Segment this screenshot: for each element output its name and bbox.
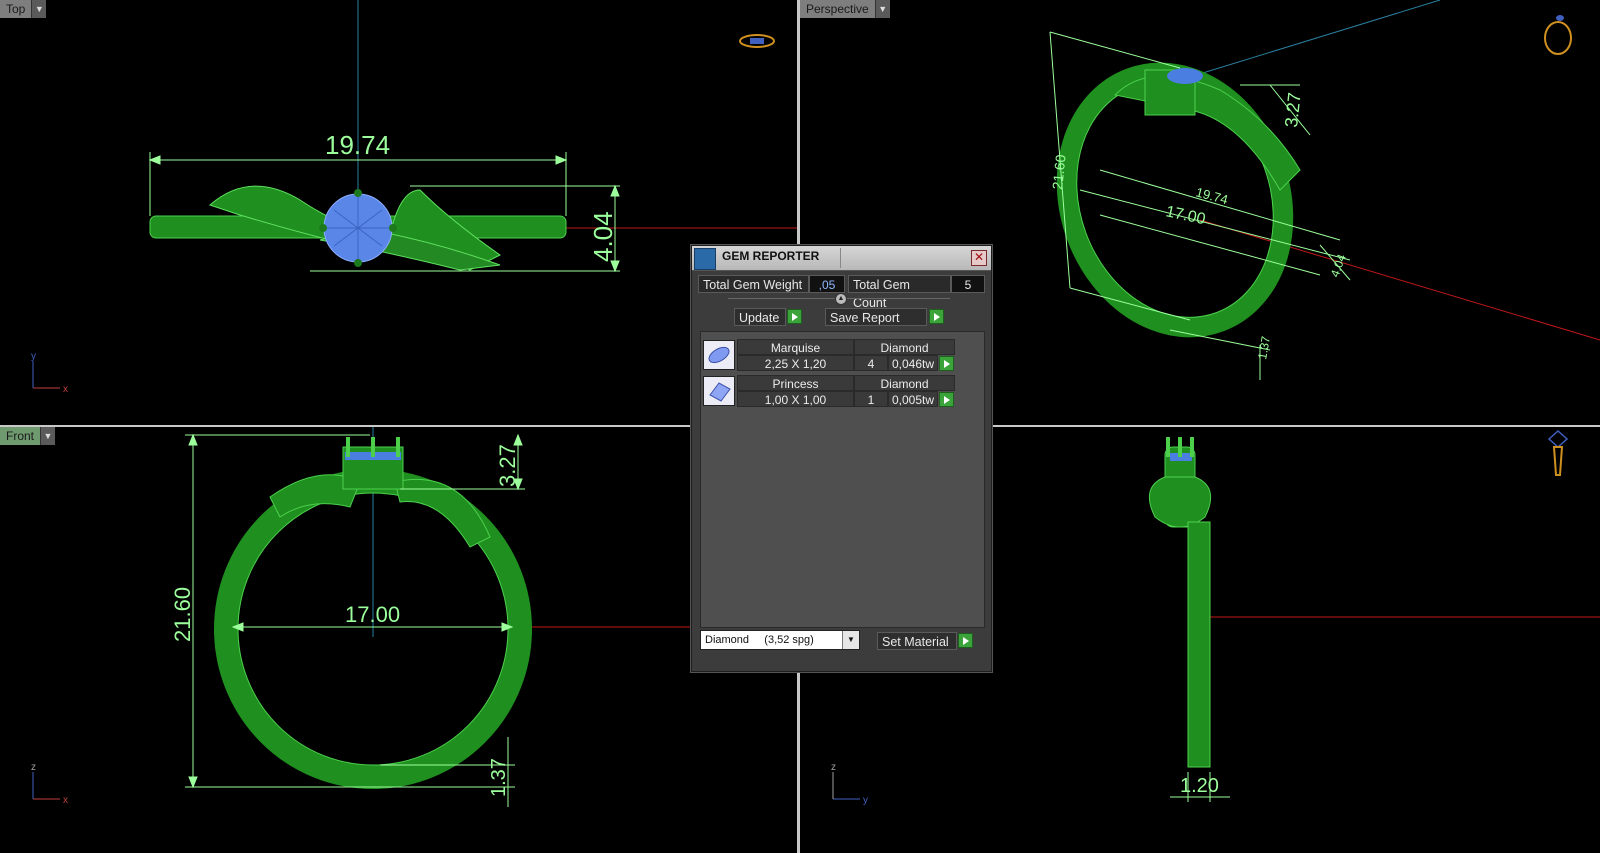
axis-indicator: x y — [31, 351, 68, 395]
svg-text:x: x — [63, 795, 68, 806]
front-height-label: 21.60 — [170, 587, 195, 642]
title-separator — [840, 248, 841, 268]
total-count-value: 5 — [951, 275, 985, 293]
save-report-button[interactable]: Save Report — [825, 308, 927, 326]
panel-title: GEM REPORTER — [722, 249, 820, 263]
material-select[interactable]: Diamond (3,52 spg) ▼ — [700, 630, 860, 650]
top-viewport[interactable]: 19.74 4.04 x y Top ▼ — [0, 0, 797, 425]
front-inner-label: 17.00 — [345, 602, 400, 627]
save-report-go-icon[interactable] — [929, 309, 944, 324]
svg-text:y: y — [31, 351, 36, 362]
mini-ring-icon — [1544, 15, 1572, 55]
gem-select-icon[interactable] — [939, 356, 954, 371]
chevron-down-icon[interactable]: ▼ — [842, 631, 859, 649]
gem-material: Diamond — [854, 375, 955, 391]
total-count-label: Total Gem Count — [848, 275, 951, 310]
total-weight-label: Total Gem Weight — [698, 275, 809, 293]
front-band-label: 1.37 — [488, 758, 510, 797]
gem-list: Marquise Diamond 2,25 X 1,20 4 0,046tw P… — [700, 331, 985, 628]
list-item[interactable]: Marquise Diamond 2,25 X 1,20 4 0,046tw — [701, 338, 984, 372]
total-weight-value: ,05 — [809, 275, 845, 293]
marquise-gem-icon — [703, 340, 735, 370]
front-view-canvas: 21.60 3.27 17.00 1.37 x z — [31, 427, 797, 807]
list-item[interactable]: Princess Diamond 1,00 X 1,00 1 0,005tw — [701, 374, 984, 408]
update-button[interactable]: Update — [734, 308, 786, 326]
mini-ring-icon — [1547, 429, 1569, 476]
svg-text:z: z — [31, 762, 36, 773]
gem-count: 4 — [854, 355, 888, 371]
collapse-icon[interactable]: ▲ — [835, 293, 847, 305]
gem-select-icon[interactable] — [939, 392, 954, 407]
gem-report-icon — [694, 248, 716, 270]
mini-ring-icon — [739, 34, 775, 48]
gem-weight: 0,046tw — [888, 355, 938, 371]
princess-gem-icon — [703, 376, 735, 406]
top-view-canvas: 19.74 4.04 x y — [31, 0, 797, 395]
top-view-label: Top — [0, 0, 32, 18]
gem-cut: Marquise — [737, 339, 854, 355]
front-viewport[interactable]: 21.60 3.27 17.00 1.37 x z Front ▼ — [0, 427, 797, 853]
close-icon[interactable]: ✕ — [971, 250, 987, 266]
set-material-go-icon[interactable] — [958, 633, 973, 648]
svg-text:x: x — [63, 384, 68, 395]
gem-size: 1,00 X 1,00 — [737, 391, 854, 407]
ring-perspective — [1056, 62, 1301, 338]
gem-count: 1 — [854, 391, 888, 407]
right-width-label: 1.20 — [1180, 775, 1219, 797]
front-prong-label: 3.27 — [495, 444, 520, 487]
perspective-view-menu[interactable]: Perspective ▼ — [800, 0, 890, 18]
top-height-label: 4.04 — [588, 211, 618, 262]
gem-reporter-titlebar[interactable]: GEM REPORTER ✕ — [692, 246, 991, 271]
update-go-icon[interactable] — [787, 309, 802, 324]
set-material-button[interactable]: Set Material — [877, 632, 957, 650]
front-view-menu[interactable]: Front ▼ — [0, 427, 56, 445]
front-view-label: Front — [0, 427, 41, 445]
material-select-value: Diamond (3,52 spg) — [705, 634, 814, 646]
chevron-down-icon[interactable]: ▼ — [874, 0, 890, 18]
persp-width-label: 19.74 — [1194, 184, 1229, 207]
top-view-menu[interactable]: Top ▼ — [0, 0, 47, 18]
gem-top — [319, 189, 397, 267]
top-width-label: 19.74 — [325, 130, 390, 160]
svg-text:z: z — [831, 762, 836, 773]
chevron-down-icon[interactable]: ▼ — [40, 427, 56, 445]
gem-weight: 0,005tw — [888, 391, 938, 407]
gem-perspective — [1167, 68, 1203, 84]
gem-material: Diamond — [854, 339, 955, 355]
perspective-view-label: Perspective — [800, 0, 875, 18]
gem-cut: Princess — [737, 375, 854, 391]
gem-reporter-panel: GEM REPORTER ✕ Total Gem Weight ,05 Tota… — [691, 245, 992, 672]
gem-size: 2,25 X 1,20 — [737, 355, 854, 371]
persp-inner-label: 17.00 — [1164, 203, 1207, 228]
persp-band-label: 1.37 — [1255, 335, 1273, 361]
axis-indicator: x z — [31, 762, 68, 806]
chevron-down-icon[interactable]: ▼ — [31, 0, 47, 18]
svg-text:y: y — [863, 795, 868, 806]
persp-prong-label: 3.27 — [1281, 91, 1305, 128]
ring-side — [1148, 437, 1212, 768]
axis-indicator: y z — [831, 762, 868, 806]
